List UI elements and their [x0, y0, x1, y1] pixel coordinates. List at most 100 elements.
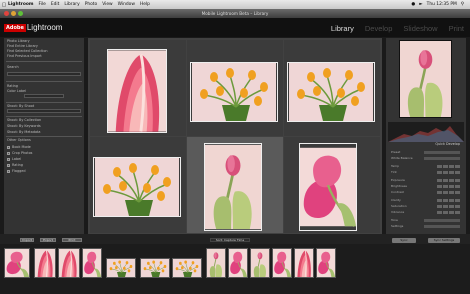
checkbox[interactable] [7, 163, 10, 167]
menu-help[interactable]: Help [140, 2, 150, 7]
menu-file[interactable]: File [38, 2, 45, 7]
menu-clock[interactable]: Thu 12:35 PM [427, 2, 457, 7]
left-panel: Photo Library Find Entire Library Find S… [4, 38, 84, 234]
brightness-row[interactable]: Brightness [388, 184, 464, 188]
label-option[interactable]: Label [7, 157, 81, 161]
settings-row[interactable]: Settings [388, 224, 464, 228]
panel-header-library[interactable]: Photo Library [7, 39, 81, 43]
photo-thumbnail[interactable] [107, 49, 167, 133]
histogram [388, 122, 464, 142]
sync-button[interactable]: Sync [392, 238, 416, 243]
tone-row[interactable]: Tone [388, 218, 464, 222]
window-titlebar: Mobile Lightroom Beta – Library [0, 9, 470, 18]
menu-edit[interactable]: Edit [51, 2, 60, 7]
identity-plate-bar: Adobe Lightroom Library Develop Slidesho… [0, 18, 470, 37]
rating-filter[interactable]: Rating [7, 84, 81, 88]
module-library[interactable]: Library [331, 24, 354, 33]
white-balance-row[interactable]: White Balance [388, 156, 464, 160]
shoot-by-collection[interactable]: Shoot: By Collection [7, 118, 81, 122]
crop-photos-option[interactable]: Crop Photos [7, 151, 81, 155]
filmstrip-thumbnail[interactable] [316, 248, 336, 278]
checkbox[interactable] [7, 145, 10, 149]
sync-settings-button[interactable]: Sync Settings [428, 238, 460, 243]
quick-develop-header[interactable]: Quick Develop [388, 142, 464, 146]
exposure-row[interactable]: Exposure [388, 178, 464, 182]
other-options-header[interactable]: Other Options [7, 138, 81, 142]
menu-library[interactable]: Library [64, 2, 79, 7]
filmstrip-thumbnail[interactable] [4, 248, 30, 278]
photo-thumbnail[interactable] [287, 62, 375, 122]
shoot-by-metadata[interactable]: Shoot: By Metadata [7, 130, 81, 134]
clarity-row[interactable]: Clarity [388, 198, 464, 202]
filmstrip-thumbnail[interactable] [250, 248, 270, 278]
grid-cell[interactable] [90, 137, 186, 233]
shoot-by-shoot[interactable]: Shoot: By Shoot [7, 104, 81, 108]
checkbox[interactable] [7, 169, 10, 173]
checkbox[interactable] [7, 151, 10, 155]
checkbox[interactable] [7, 157, 10, 161]
wifi-icon[interactable]: ● [411, 2, 415, 7]
temp-row[interactable]: Temp [388, 164, 464, 168]
navigator-preview[interactable] [399, 40, 452, 118]
divider [6, 136, 82, 137]
color-label-filter[interactable]: Color Label [7, 89, 81, 93]
menu-photo[interactable]: Photo [85, 2, 98, 7]
flagged-option[interactable]: Flagged [7, 169, 81, 173]
grid-cell[interactable] [284, 137, 380, 233]
contrast-row[interactable]: Contrast [388, 190, 464, 194]
master-photos-field[interactable] [24, 94, 64, 98]
photo-thumbnail[interactable] [93, 157, 181, 217]
grid-cell-selected[interactable] [187, 137, 283, 233]
find-previous-import[interactable]: Find Previous Import [7, 54, 81, 58]
filmstrip-thumbnail[interactable] [106, 258, 136, 278]
filmstrip-thumbnail[interactable] [228, 248, 248, 278]
divider [6, 61, 82, 62]
saturation-row[interactable]: Saturation [388, 204, 464, 208]
minimize-window-button[interactable] [11, 11, 16, 16]
shoot-by-keywords[interactable]: Shoot: By Keywords [7, 124, 81, 128]
vibrance-row[interactable]: Vibrance [388, 210, 464, 214]
menu-window[interactable]: Window [118, 2, 135, 7]
apple-menu-icon[interactable]:  [0, 2, 8, 8]
filmstrip-thumbnail[interactable] [172, 258, 202, 278]
module-picker: Library Develop Slideshow Print [331, 24, 464, 33]
filmstrip-thumbnail[interactable] [206, 248, 226, 278]
tint-row[interactable]: Tint [388, 170, 464, 174]
grid-cell[interactable] [284, 40, 380, 136]
grid-cell[interactable] [90, 40, 186, 136]
book-mode-option[interactable]: Book Mode [7, 145, 81, 149]
search-input[interactable] [7, 72, 81, 76]
filmstrip-thumbnail[interactable] [140, 258, 170, 278]
preset-row[interactable]: Preset [388, 150, 464, 154]
find-selected-collection[interactable]: Find Selected Collection [7, 49, 81, 53]
spotlight-icon[interactable]: ⚲ [461, 2, 464, 7]
photo-thumbnail[interactable] [204, 143, 262, 231]
yellow-tulips-image [288, 63, 374, 121]
export-button[interactable]: Export [40, 238, 56, 242]
grid-cell[interactable] [187, 40, 283, 136]
module-print[interactable]: Print [449, 24, 464, 33]
photo-thumbnail[interactable] [299, 143, 357, 231]
module-develop[interactable]: Develop [365, 24, 393, 33]
sort-dropdown[interactable]: Sort: Capture Time [210, 238, 250, 242]
volume-icon[interactable]: ► [419, 2, 422, 7]
menu-view[interactable]: View [102, 2, 112, 7]
filmstrip-thumbnail[interactable] [272, 248, 292, 278]
module-slideshow[interactable]: Slideshow [403, 24, 437, 33]
import-button[interactable]: Import [20, 238, 34, 242]
photo-thumbnail[interactable] [190, 62, 278, 122]
keywords-field[interactable] [7, 109, 81, 113]
menu-app-name[interactable]: Lightroom [8, 2, 33, 7]
print-button[interactable]: Print [62, 238, 82, 242]
filmstrip-thumbnail[interactable] [34, 248, 56, 278]
filmstrip-thumbnail[interactable] [82, 248, 102, 278]
filmstrip-thumbnail[interactable] [294, 248, 314, 278]
filmstrip-thumbnail[interactable] [58, 248, 80, 278]
zoom-window-button[interactable] [18, 11, 23, 16]
yellow-tulips-thumb [141, 259, 169, 277]
find-entire-library[interactable]: Find Entire Library [7, 44, 81, 48]
pink-tulip-closeup-image [108, 50, 166, 132]
close-window-button[interactable] [4, 11, 9, 16]
pink-tulips-thumb [83, 249, 101, 277]
rating-option[interactable]: Rating [7, 163, 81, 167]
